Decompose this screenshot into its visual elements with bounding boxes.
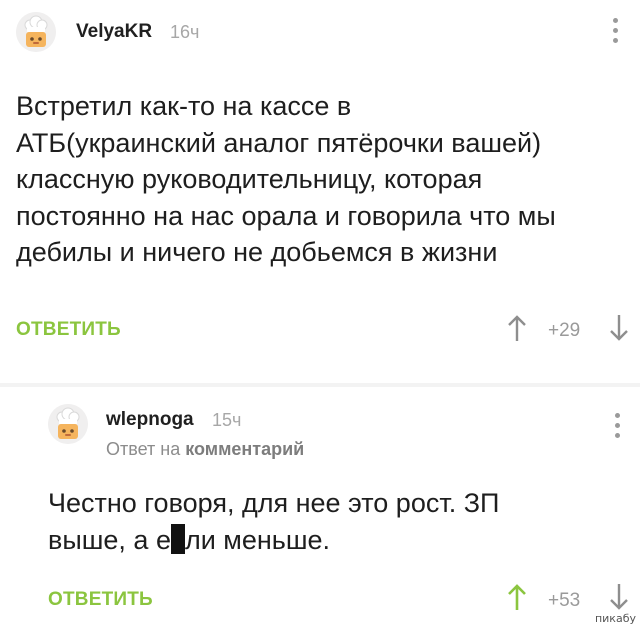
reply-button[interactable]: ОТВЕТИТЬ bbox=[48, 589, 153, 611]
rating-score: +29 bbox=[548, 320, 581, 341]
reply-button[interactable]: ОТВЕТИТЬ bbox=[16, 319, 121, 341]
upvote-arrow-up-icon[interactable] bbox=[506, 583, 528, 611]
avatar-chef-icon bbox=[16, 12, 56, 52]
censor-bar bbox=[170, 523, 185, 554]
reply-to-comment-link[interactable]: комментарий bbox=[185, 439, 304, 459]
comment-2: wlepnoga 15ч Ответ на комментарий Честно… bbox=[0, 387, 640, 627]
rating-score: +53 bbox=[548, 590, 581, 611]
username[interactable]: wlepnoga bbox=[106, 409, 194, 431]
comment-text-line: дебилы и ничего не добьемся в жизни bbox=[16, 237, 498, 267]
avatar[interactable] bbox=[48, 404, 88, 444]
comment-text-line: Встретил как-то на кассе в bbox=[16, 91, 352, 121]
username[interactable]: VelyaKR bbox=[76, 21, 152, 43]
text-fragment: ли меньше. bbox=[184, 524, 331, 555]
comment-text: Встретил как-то на кассе в АТБ(украински… bbox=[16, 88, 631, 271]
upvote-arrow-up-icon[interactable] bbox=[506, 314, 528, 342]
downvote-arrow-down-icon[interactable] bbox=[608, 583, 630, 611]
avatar-chef-icon bbox=[48, 404, 88, 444]
comment-text-line: выше, а е ли меньше. bbox=[48, 522, 633, 559]
comment-text-line: постоянно на нас орала и говорила что мы bbox=[16, 200, 556, 231]
comment-time: 16ч bbox=[170, 22, 200, 42]
reply-to-prefix: Ответ на bbox=[106, 439, 181, 459]
comment-1: VelyaKR 16ч Встретил как-то на кассе в А… bbox=[0, 0, 640, 383]
avatar[interactable] bbox=[16, 12, 56, 52]
comment-text-line: Честно говоря, для нее это рост. ЗП bbox=[48, 488, 500, 518]
comment-text: Честно говоря, для нее это рост. ЗП выше… bbox=[48, 485, 633, 558]
text-fragment: выше, а е bbox=[48, 524, 171, 555]
watermark: пикабу bbox=[594, 612, 636, 625]
reply-to-label: Ответ на комментарий bbox=[106, 439, 304, 460]
downvote-arrow-down-icon[interactable] bbox=[608, 314, 630, 342]
comment-time: 15ч bbox=[212, 410, 242, 430]
comment-text-line: АТБ(украинский аналог пятёрочки вашей) bbox=[16, 127, 542, 158]
more-vertical-icon[interactable] bbox=[612, 413, 622, 439]
more-vertical-icon[interactable] bbox=[610, 18, 620, 44]
comment-text-line: классную руководительницу, которая bbox=[16, 164, 483, 194]
